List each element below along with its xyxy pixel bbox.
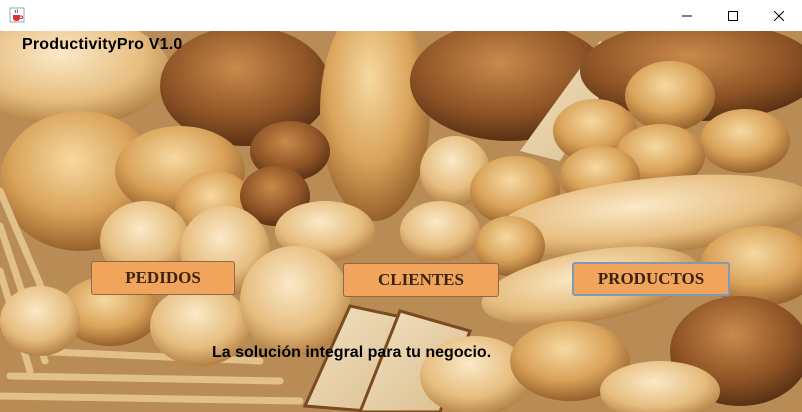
app-title: ProductivityPro V1.0	[22, 36, 183, 53]
title-bar[interactable]	[0, 0, 802, 32]
close-icon	[774, 10, 784, 21]
minimize-button[interactable]	[664, 0, 710, 31]
maximize-button[interactable]	[710, 0, 756, 31]
app-window: ProductivityPro V1.0 PEDIDOS CLIENTES PR…	[0, 0, 802, 412]
main-panel: ProductivityPro V1.0 PEDIDOS CLIENTES PR…	[0, 31, 802, 412]
close-button[interactable]	[756, 0, 802, 31]
pedidos-button[interactable]: PEDIDOS	[91, 261, 235, 295]
minimize-icon	[682, 15, 692, 16]
productos-button[interactable]: PRODUCTOS	[572, 262, 730, 296]
java-cup-icon	[9, 7, 25, 23]
clientes-button[interactable]: CLIENTES	[343, 263, 499, 297]
tagline: La solución integral para tu negocio.	[212, 344, 492, 361]
maximize-icon	[728, 10, 738, 21]
